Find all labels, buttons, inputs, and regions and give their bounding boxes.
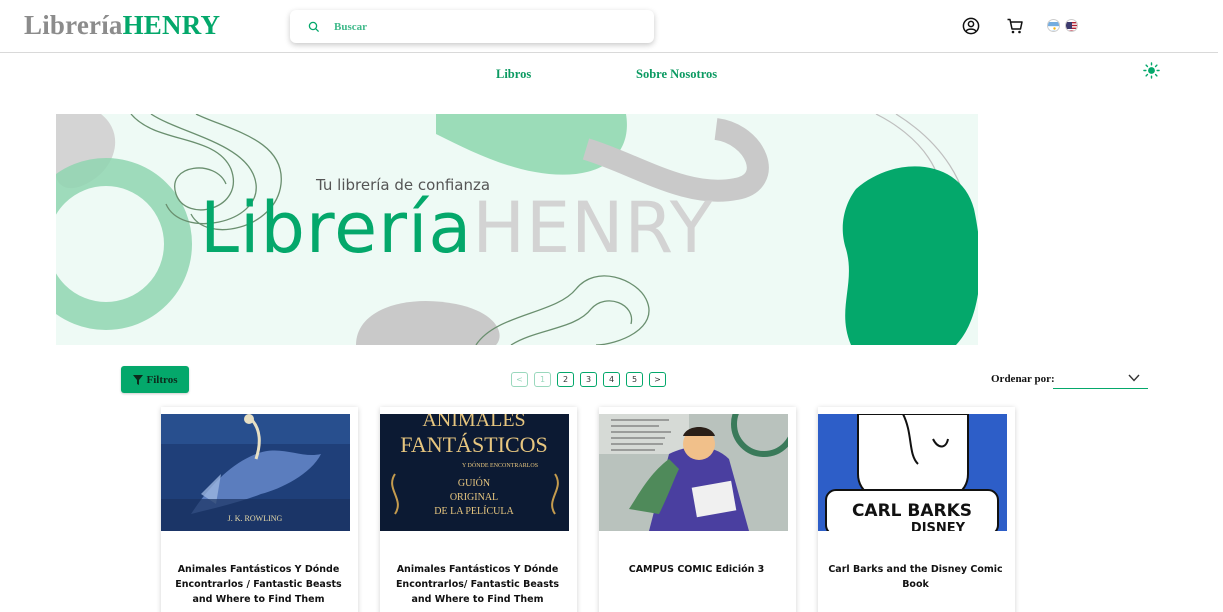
pagination-next[interactable]: > — [649, 372, 666, 387]
pagination-page-2[interactable]: 2 — [557, 372, 574, 387]
filter-icon — [132, 374, 143, 385]
book-card[interactable]: CAMPUS COMIC Edición 3 — [599, 407, 796, 612]
logo-text-libreria: Librería — [24, 10, 123, 40]
pagination-page-1[interactable]: 1 — [534, 372, 551, 387]
cover-subtitle: Y DÓNDE ENCONTRARLOS — [462, 461, 538, 469]
pagination-page-3[interactable]: 3 — [580, 372, 597, 387]
search-input[interactable] — [334, 20, 634, 33]
banner-name-henry: HENRY — [472, 187, 714, 269]
nav-link-about[interactable]: Sobre Nosotros — [636, 67, 717, 82]
book-cover-image: ANIMALES FANTÁSTICOS Y DÓNDE ENCONTRARLO… — [380, 414, 569, 531]
pagination-page-5[interactable]: 5 — [626, 372, 643, 387]
sun-icon[interactable] — [1143, 62, 1160, 79]
book-cover-image — [599, 414, 788, 531]
pagination-page-4[interactable]: 4 — [603, 372, 620, 387]
search-bar — [290, 10, 654, 43]
book-card[interactable]: ANIMALES FANTÁSTICOS Y DÓNDE ENCONTRARLO… — [380, 407, 577, 612]
cover-line1: GUIÓN — [458, 477, 490, 489]
search-icon[interactable] — [308, 21, 320, 33]
pagination-prev[interactable]: < — [511, 372, 528, 387]
cover-author-text: J. K. ROWLING — [228, 514, 283, 523]
cover-line1: CARL BARKS — [852, 501, 972, 521]
cover-title-line2: FANTÁSTICOS — [400, 432, 548, 457]
book-title: Animales Fantásticos Y Dónde Encontrarlo… — [395, 564, 560, 605]
sort-label: Ordenar por: — [991, 373, 1055, 385]
language-selector — [1047, 19, 1078, 32]
flag-argentina-icon[interactable] — [1047, 19, 1060, 32]
sort-select[interactable] — [1053, 369, 1148, 389]
book-card[interactable]: CARL BARKS DISNEY Carl Barks and the Dis… — [818, 407, 1015, 612]
filters-button[interactable]: Filtros — [121, 366, 189, 393]
cover-title-line1: ANIMALES — [422, 414, 525, 431]
cover-line3: DE LA PELÍCULA — [434, 505, 514, 517]
flag-usa-icon[interactable] — [1065, 19, 1078, 32]
cart-icon[interactable] — [1006, 17, 1024, 35]
top-header: LibreríaHENRY — [0, 0, 1218, 53]
hero-banner: Tu librería de confianza LibreríaHENRY — [56, 114, 978, 345]
filters-button-label: Filtros — [146, 373, 178, 386]
cover-line2: ORIGINAL — [450, 492, 498, 503]
logo-text-henry: HENRY — [122, 10, 221, 40]
banner-brand-name: LibreríaHENRY — [200, 190, 713, 267]
banner-name-libreria: Librería — [200, 187, 473, 269]
book-cover-image: J. K. ROWLING — [161, 414, 350, 531]
cover-line2: DISNEY — [911, 521, 966, 531]
book-card[interactable]: J. K. ROWLING Animales Fantásticos Y Dón… — [161, 407, 358, 612]
book-title: Carl Barks and the Disney Comic Book — [828, 564, 1003, 590]
book-title: Animales Fantásticos Y Dónde Encontrarlo… — [175, 564, 342, 605]
chevron-down-icon — [1128, 374, 1140, 382]
site-logo[interactable]: LibreríaHENRY — [24, 10, 220, 41]
book-title: CAMPUS COMIC Edición 3 — [628, 564, 765, 575]
user-icon[interactable] — [962, 17, 980, 35]
nav-link-books[interactable]: Libros — [496, 67, 531, 82]
pagination: < 1 2 3 4 5 > — [511, 372, 666, 387]
book-cover-image: CARL BARKS DISNEY — [818, 414, 1007, 531]
